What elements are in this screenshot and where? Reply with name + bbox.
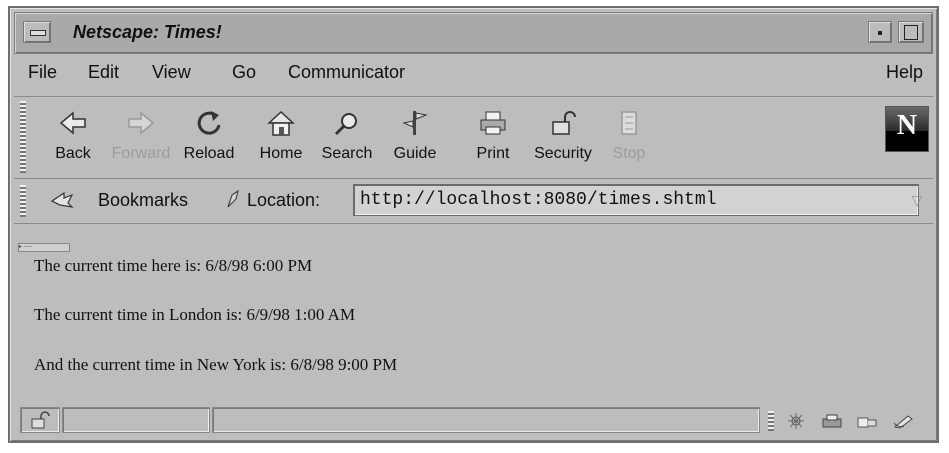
guide-button[interactable]: Guide: [380, 103, 450, 173]
security-lock-icon: [31, 411, 50, 429]
search-icon: [334, 113, 357, 136]
window-menu-button[interactable]: [23, 21, 51, 43]
location-icon[interactable]: [224, 189, 242, 209]
minimize-button[interactable]: [868, 21, 892, 43]
security-status-cell[interactable]: [20, 407, 60, 433]
back-label: Back: [55, 145, 91, 162]
time-london-text: The current time in London is: 6/9/98 1:…: [34, 305, 356, 324]
home-button[interactable]: Home: [246, 103, 316, 173]
status-bar: [14, 405, 933, 437]
home-icon: [267, 110, 295, 136]
mail-icon[interactable]: [820, 412, 844, 430]
page-content: The current time here is: 6/8/98 6:00 PM…: [14, 244, 933, 402]
bookmarks-icon[interactable]: [50, 189, 76, 209]
home-label: Home: [259, 145, 303, 162]
security-lock-icon: [552, 111, 576, 135]
forward-button[interactable]: Forward: [106, 103, 176, 173]
time-newyork-text: And the current time in New York is: 6/8…: [34, 355, 398, 374]
navigation-toolbar: Back Forward Reload Home Search Guide Pr…: [14, 96, 933, 177]
menu-help[interactable]: Help: [886, 62, 923, 83]
back-button[interactable]: Back: [38, 103, 108, 173]
stop-button[interactable]: Stop: [594, 103, 664, 173]
netscape-logo[interactable]: N: [885, 106, 929, 152]
print-button[interactable]: Print: [458, 103, 528, 173]
menu-communicator[interactable]: Communicator: [288, 62, 405, 83]
stop-label: Stop: [612, 145, 646, 162]
print-icon: [480, 111, 506, 135]
maximize-button[interactable]: [898, 21, 924, 43]
chevron-down-icon[interactable]: ▽: [907, 187, 927, 213]
time-here-text: The current time here is: 6/8/98 6:00 PM: [34, 256, 313, 275]
location-grip[interactable]: [20, 185, 26, 217]
location-label: Location:: [247, 190, 321, 210]
security-button[interactable]: Security: [528, 103, 598, 173]
guide-icon: [402, 111, 428, 135]
bookmarks-button[interactable]: Bookmarks: [98, 190, 188, 211]
forward-arrow-icon: [128, 111, 155, 135]
composer-icon[interactable]: [892, 412, 916, 430]
search-button[interactable]: Search: [312, 103, 382, 173]
menu-view[interactable]: View: [152, 62, 191, 83]
reload-icon: [197, 111, 221, 135]
menu-edit[interactable]: Edit: [88, 62, 119, 83]
forward-label: Forward: [111, 145, 171, 162]
location-toolbar: Bookmarks Location: http://localhost:808…: [14, 178, 933, 224]
stop-icon: [621, 111, 637, 135]
status-message-cell: [212, 407, 760, 433]
window-title: Netscape: Times!: [73, 22, 222, 42]
navigator-icon[interactable]: [784, 412, 808, 430]
url-input[interactable]: http://localhost:8080/times.shtml: [353, 184, 919, 216]
search-label: Search: [321, 145, 373, 162]
security-label: Security: [534, 145, 592, 162]
netscape-logo-letter: N: [896, 110, 918, 141]
back-arrow-icon: [59, 111, 86, 135]
print-label: Print: [476, 145, 510, 162]
component-bar-grip[interactable]: [768, 411, 774, 431]
guide-label: Guide: [393, 145, 437, 162]
menu-bar: File Edit View Go Communicator Help: [14, 56, 933, 88]
reload-label: Reload: [183, 145, 235, 162]
toolbar-grip[interactable]: [20, 101, 26, 173]
browser-window: Netscape: Times! File Edit View Go Commu…: [8, 6, 939, 443]
progress-cell: [62, 407, 210, 433]
title-bar[interactable]: Netscape: Times!: [14, 12, 933, 54]
reload-button[interactable]: Reload: [174, 103, 244, 173]
menu-file[interactable]: File: [28, 62, 57, 83]
discussion-icon[interactable]: [856, 412, 880, 430]
menu-go[interactable]: Go: [232, 62, 256, 83]
